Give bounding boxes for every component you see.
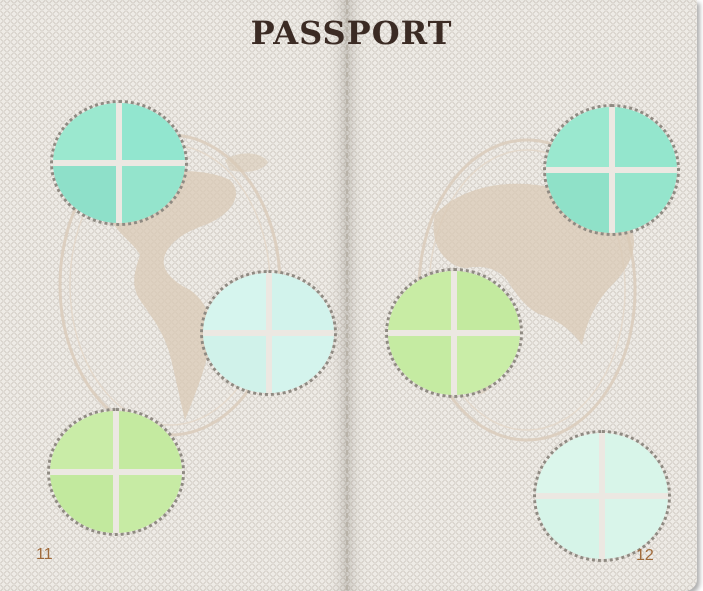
arctic-island [225,153,268,172]
stamp-quadrant [602,496,668,559]
passport-spread: 11 12 PASSPORT [0,0,703,591]
stamp-quadrant [546,170,612,233]
right-page: 12 [347,0,697,591]
stamp-quadrant [388,271,454,333]
stamp-quadrant [53,103,119,163]
stamp-quadrant [454,271,520,333]
stamp-cross-horizontal [50,469,182,475]
stamp-quadrant [611,107,677,170]
stamp-cross-horizontal [203,330,334,336]
stamp-cross-horizontal [546,167,677,173]
stamp-quadrant [454,333,520,395]
stamp-cross-horizontal [53,160,185,166]
stamp-quadrant [116,411,182,472]
stamp-quadrant [50,472,116,533]
visa-stamp-lime [385,268,523,398]
stamp-quadrant [116,472,182,533]
stamp-quadrant [50,411,116,472]
visa-stamp-pale-aqua [200,270,337,396]
stamp-quadrant [546,107,612,170]
stamp-quadrant [602,433,668,496]
stamp-quadrant [119,103,185,163]
stamp-quadrant [611,170,677,233]
left-page: 11 [0,0,347,591]
stamp-quadrant [268,333,334,393]
stamp-quadrant [203,333,269,393]
visa-stamp-lime [47,408,185,536]
stamp-quadrant [203,273,269,333]
right-page-number: 12 [636,547,654,564]
stamp-quadrant [53,163,119,223]
stamp-quadrant [388,333,454,395]
book-spine [346,0,348,591]
stamp-quadrant [119,163,185,223]
stamp-quadrant [536,433,602,496]
visa-stamp-pale-mint [533,430,671,562]
stamp-cross-horizontal [536,493,668,499]
passport-title: PASSPORT [250,14,453,52]
visa-stamp-aqua [543,104,680,236]
stamp-quadrant [536,496,602,559]
stamp-quadrant [268,273,334,333]
stamp-cross-horizontal [388,330,520,336]
visa-stamp-aqua [50,100,188,226]
left-page-number: 11 [36,546,53,563]
